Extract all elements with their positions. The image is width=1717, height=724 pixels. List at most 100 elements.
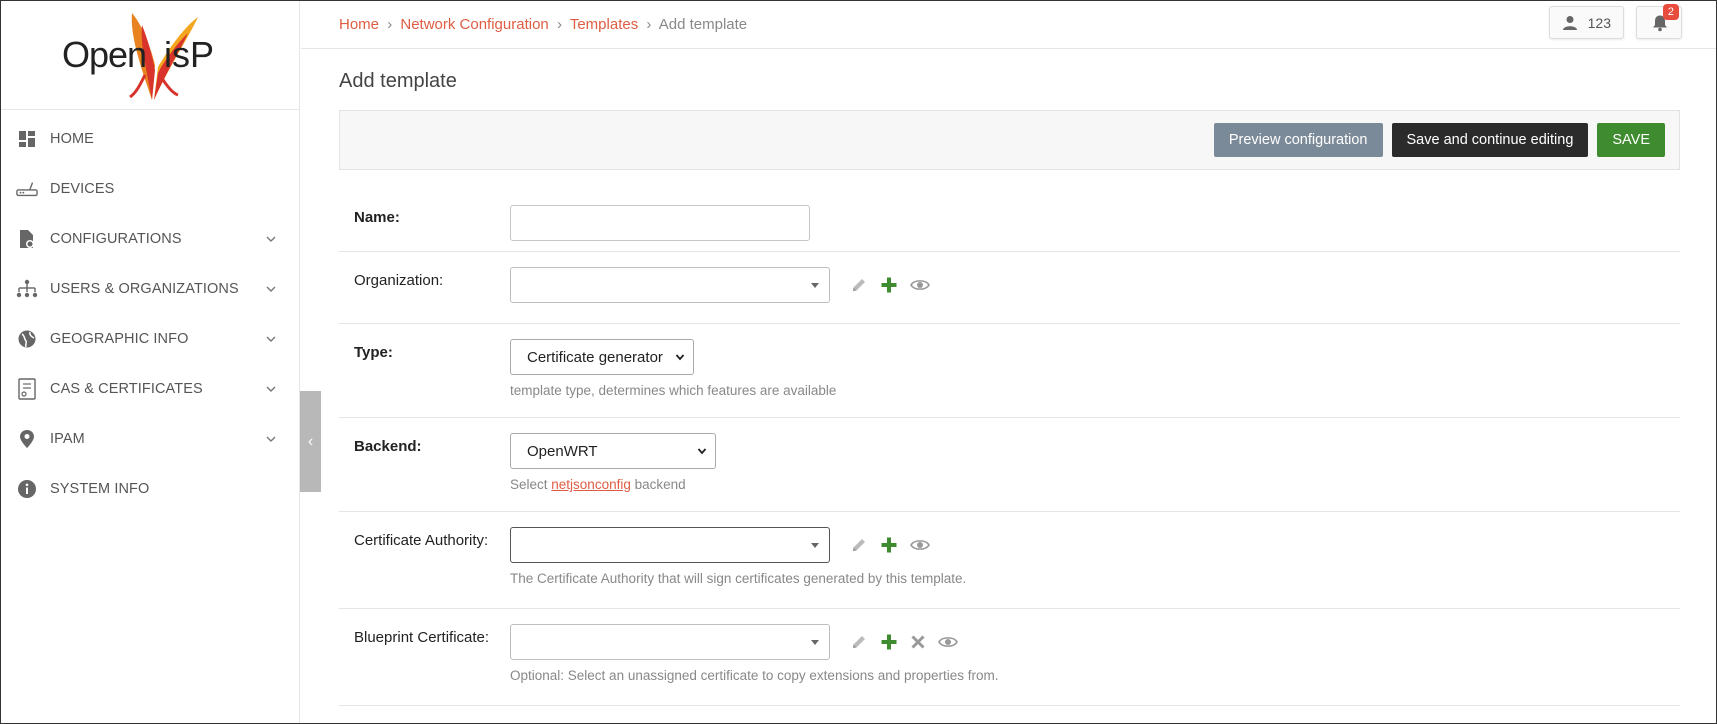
chevron-down-icon: [266, 336, 276, 342]
save-button[interactable]: SAVE: [1597, 123, 1665, 157]
add-plus-icon[interactable]: [880, 633, 898, 651]
top-header: Home › Network Configuration › Templates…: [301, 0, 1717, 49]
organization-label: Organization:: [354, 272, 444, 289]
preview-configuration-button[interactable]: Preview configuration: [1213, 123, 1383, 157]
name-input[interactable]: [510, 205, 810, 241]
sidebar: Open isP HOME DEVICES CONFIGURATIONS USE…: [0, 0, 300, 724]
sidebar-item-label: HOME: [50, 131, 94, 147]
blueprint-certificate-select[interactable]: [510, 624, 830, 660]
user-label: 123: [1587, 14, 1611, 31]
header-actions: 123 2: [1548, 4, 1682, 39]
breadcrumb-home-link[interactable]: Home: [339, 16, 379, 33]
sidebar-item-label: GEOGRAPHIC INFO: [50, 331, 189, 347]
breadcrumb: Home › Network Configuration › Templates…: [339, 16, 747, 33]
sidebar-item-cas-certificates[interactable]: CAS & CERTIFICATES: [0, 364, 299, 414]
sidebar-item-label: USERS & ORGANIZATIONS: [50, 281, 239, 297]
breadcrumb-current: Add template: [658, 15, 748, 33]
edit-pencil-icon[interactable]: [850, 276, 868, 294]
sidebar-item-configurations[interactable]: CONFIGURATIONS: [0, 214, 299, 264]
chevron-down-icon: [266, 386, 276, 392]
main-content: Add template Preview configuration Save …: [339, 49, 1680, 706]
backend-label: Backend:: [354, 438, 422, 455]
submit-row: Preview configuration Save and continue …: [339, 110, 1680, 170]
breadcrumb-network-configuration-link[interactable]: Network Configuration: [400, 16, 548, 33]
breadcrumb-separator: ›: [556, 15, 562, 33]
add-plus-icon[interactable]: [880, 536, 898, 554]
sidebar-item-label: CONFIGURATIONS: [50, 231, 182, 247]
butterfly-logo-icon: Open isP: [62, 12, 214, 100]
backend-help-text: Select netjsonconfig backend: [510, 477, 1680, 492]
org-chart-icon: [16, 278, 38, 300]
breadcrumb-separator: ›: [646, 15, 652, 33]
page-title: Add template: [339, 70, 457, 92]
type-label: Type:: [354, 344, 393, 361]
chevron-down-icon: [266, 436, 276, 442]
sidebar-item-geographic-info[interactable]: GEOGRAPHIC INFO: [0, 314, 299, 364]
user-menu-button[interactable]: 123: [1548, 6, 1624, 39]
sidebar-item-label: DEVICES: [50, 181, 115, 197]
chevron-left-icon: ‹: [307, 432, 314, 450]
sidebar-collapse-toggle[interactable]: ‹: [300, 391, 321, 492]
sidebar-item-ipam[interactable]: IPAM: [0, 414, 299, 464]
chevron-down-icon: [697, 448, 707, 455]
blueprint-certificate-field-area: Optional: Select an unassigned certifica…: [510, 624, 1680, 705]
notifications-button[interactable]: 2: [1636, 4, 1682, 39]
type-selected-value: Certificate generator: [527, 348, 663, 366]
backend-help-suffix: backend: [630, 477, 686, 492]
certificate-authority-field-area: The Certificate Authority that will sign…: [510, 527, 1680, 608]
name-field-area: [510, 205, 1680, 251]
view-eye-icon[interactable]: [938, 635, 959, 649]
backend-select[interactable]: OpenWRT: [510, 433, 716, 469]
save-continue-button[interactable]: Save and continue editing: [1391, 123, 1589, 157]
certificate-authority-label: Certificate Authority:: [354, 532, 489, 549]
dropdown-arrow-icon: [811, 640, 819, 645]
certificate-authority-help-text: The Certificate Authority that will sign…: [510, 571, 967, 586]
sidebar-item-devices[interactable]: DEVICES: [0, 164, 299, 214]
sidebar-item-label: IPAM: [50, 431, 85, 447]
dashboard-icon: [16, 128, 38, 150]
breadcrumb-templates-link[interactable]: Templates: [570, 16, 638, 33]
delete-x-icon[interactable]: [910, 634, 926, 650]
globe-icon: [16, 328, 38, 350]
notification-count-badge: 2: [1662, 4, 1679, 20]
sidebar-item-home[interactable]: HOME: [0, 114, 299, 164]
form-row-blueprint-certificate: Blueprint Certificate: Optional: Select …: [339, 609, 1680, 706]
edit-pencil-icon[interactable]: [850, 536, 868, 554]
chevron-down-icon: [266, 286, 276, 292]
config-file-icon: [16, 228, 38, 250]
edit-pencil-icon[interactable]: [850, 633, 868, 651]
organization-related-actions: [850, 276, 931, 294]
type-help-text: template type, determines which features…: [510, 383, 837, 398]
form-row-type: Type: Certificate generator template typ…: [339, 324, 1680, 418]
chevron-down-icon: [266, 236, 276, 242]
backend-selected-value: OpenWRT: [527, 442, 598, 460]
form-row-name: Name:: [339, 170, 1680, 252]
certificate-icon: [16, 378, 38, 400]
form-row-organization: Organization:: [339, 252, 1680, 324]
backend-field-area: OpenWRT Select netjsonconfig backend: [510, 433, 1680, 511]
name-label: Name:: [354, 209, 400, 226]
certificate-authority-related-actions: [850, 536, 931, 554]
add-plus-icon[interactable]: [880, 276, 898, 294]
sidebar-nav: HOME DEVICES CONFIGURATIONS USERS & ORGA…: [0, 110, 299, 514]
dropdown-arrow-icon: [811, 543, 819, 548]
sidebar-item-users-organizations[interactable]: USERS & ORGANIZATIONS: [0, 264, 299, 314]
openwisp-logo[interactable]: Open isP: [0, 0, 299, 110]
view-eye-icon[interactable]: [910, 538, 931, 552]
breadcrumb-separator: ›: [387, 15, 393, 33]
location-pin-icon: [16, 428, 38, 450]
blueprint-certificate-help-text: Optional: Select an unassigned certifica…: [510, 668, 999, 683]
type-field-area: Certificate generator template type, det…: [510, 339, 1680, 417]
sidebar-item-system-info[interactable]: SYSTEM INFO: [0, 464, 299, 514]
dropdown-arrow-icon: [811, 283, 819, 288]
netjsonconfig-link[interactable]: netjsonconfig: [551, 477, 631, 492]
type-select[interactable]: Certificate generator: [510, 339, 694, 375]
user-icon: [1562, 15, 1577, 30]
router-icon: [16, 178, 38, 200]
organization-select[interactable]: [510, 267, 830, 303]
certificate-authority-select[interactable]: [510, 527, 830, 563]
backend-help-prefix: Select: [510, 477, 552, 492]
view-eye-icon[interactable]: [910, 278, 931, 292]
form-row-backend: Backend: OpenWRT Select netjsonconfig ba…: [339, 418, 1680, 512]
svg-text:isP: isP: [164, 34, 214, 75]
